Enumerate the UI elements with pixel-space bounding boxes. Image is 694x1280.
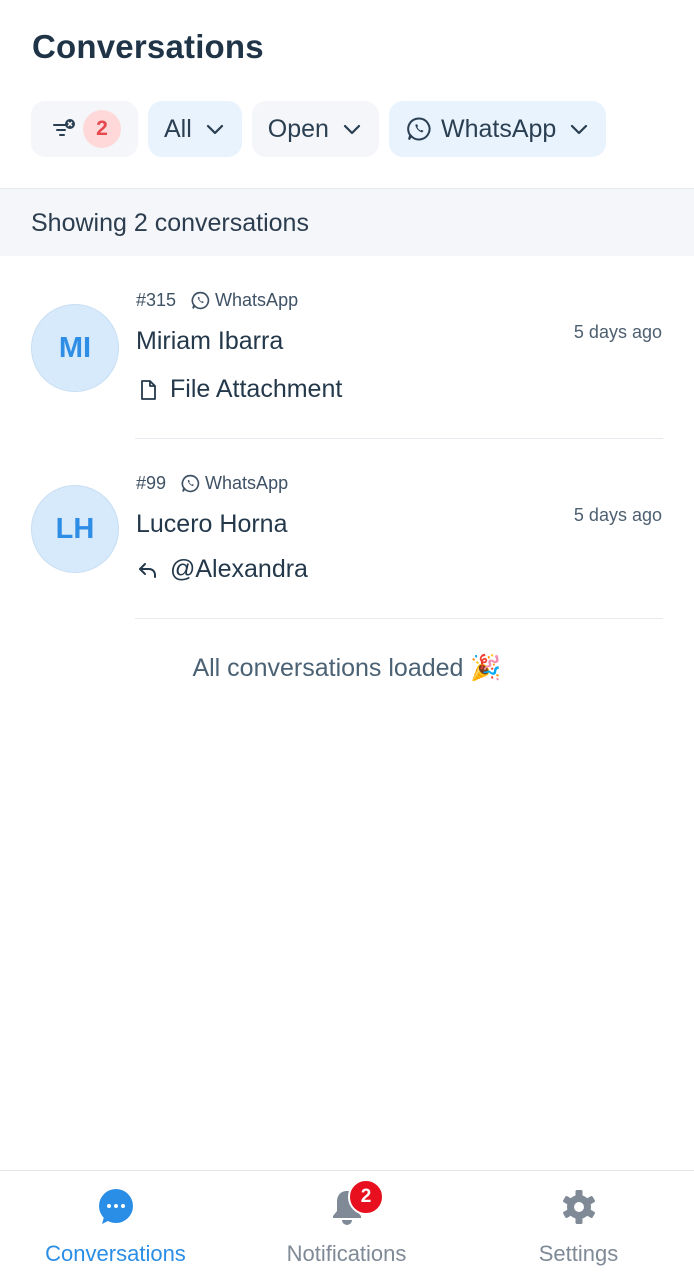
message-preview-text: @Alexandra (170, 555, 308, 583)
tab-notifications[interactable]: Notifications (231, 1171, 462, 1280)
inbox-filter-label: WhatsApp (440, 114, 557, 143)
reply-icon (139, 562, 156, 578)
conversation-count-text: Showing 2 conversations (31, 209, 309, 237)
message-preview: File Attachment (136, 375, 342, 404)
filter-bar: 2 All Open WhatsApp (31, 101, 607, 157)
file-icon (141, 379, 156, 400)
conversation-count-banner: Showing 2 conversations (0, 188, 694, 256)
conversation-meta: #99 WhatsApp (136, 473, 288, 494)
avatar: MI (31, 304, 119, 392)
filter-clear-icon (53, 119, 75, 136)
chevron-down-icon (571, 124, 588, 135)
chat-bubble-icon (98, 1189, 133, 1224)
whatsapp-icon (191, 291, 210, 310)
inbox-name: WhatsApp (215, 290, 299, 310)
tab-settings[interactable]: Settings (463, 1171, 694, 1280)
inbox-name: WhatsApp (205, 473, 289, 493)
whatsapp-icon (407, 117, 431, 141)
active-filter-count-badge: 2 (83, 110, 121, 148)
clear-filters-button[interactable]: 2 (31, 101, 138, 157)
chevron-down-icon (343, 124, 361, 135)
assignee-filter-label: All (164, 114, 192, 143)
inbox-tag: WhatsApp (190, 290, 298, 311)
bottom-tab-bar: Conversations Notifications 2 Settings (0, 1170, 694, 1280)
contact-name: Lucero Horna (136, 510, 288, 538)
divider (135, 438, 663, 439)
message-preview: @Alexandra (136, 555, 308, 584)
conversation-id: #99 (136, 473, 167, 493)
all-loaded-message: All conversations loaded 🎉 (192, 654, 502, 682)
avatar: LH (31, 485, 119, 573)
tab-label: Conversations (45, 1241, 186, 1266)
divider (135, 618, 663, 619)
status-filter-dropdown[interactable]: Open (251, 101, 379, 157)
gear-icon (562, 1190, 595, 1224)
page-title: Conversations (32, 28, 264, 65)
tab-label: Settings (538, 1241, 619, 1266)
tab-label: Notifications (286, 1241, 407, 1266)
notification-count-badge: 2 (348, 1179, 384, 1215)
conversation-id: #315 (136, 290, 177, 310)
timestamp: 5 days ago (573, 505, 662, 525)
tab-conversations[interactable]: Conversations (0, 1171, 231, 1280)
message-preview-text: File Attachment (170, 375, 343, 403)
inbox-tag: WhatsApp (180, 473, 288, 494)
conversation-meta: #315 WhatsApp (136, 290, 298, 311)
chevron-down-icon (206, 124, 223, 135)
assignee-filter-dropdown[interactable]: All (148, 101, 242, 157)
timestamp: 5 days ago (573, 322, 662, 342)
whatsapp-icon (181, 474, 200, 493)
contact-name: Miriam Ibarra (136, 327, 284, 355)
inbox-filter-dropdown[interactable]: WhatsApp (388, 101, 607, 157)
status-filter-label: Open (267, 114, 329, 143)
